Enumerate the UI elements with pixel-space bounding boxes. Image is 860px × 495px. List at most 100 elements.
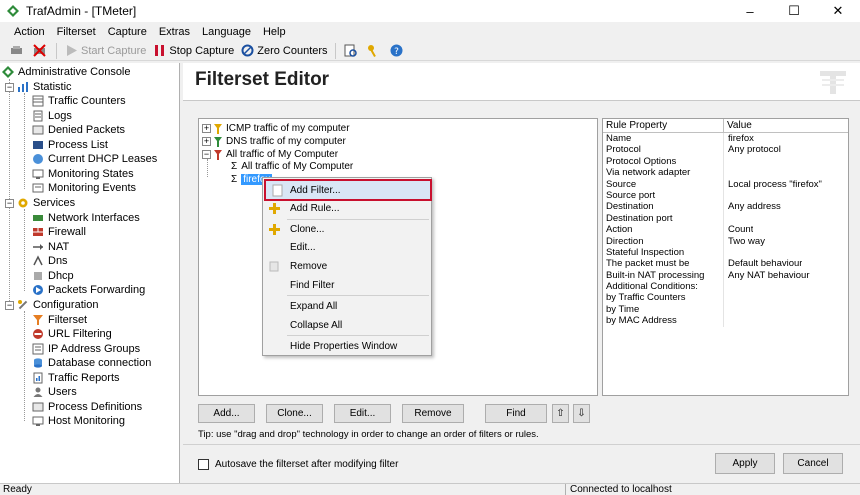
property-row[interactable]: Source port (603, 189, 848, 202)
database-icon (34, 358, 42, 368)
autosave-option[interactable]: Autosave the filterset after modifying f… (198, 459, 398, 470)
menu-help[interactable]: Help (257, 26, 292, 38)
firewall-icon (33, 228, 43, 236)
move-up-button[interactable]: ⇧ (552, 404, 569, 423)
add-button[interactable]: Add... (198, 404, 255, 423)
status-bar: Ready Connected to localhost (0, 483, 860, 495)
tree-item-dns[interactable]: Dns (32, 254, 68, 268)
configuration-expander[interactable]: − (5, 301, 14, 310)
header-value: Value (727, 120, 752, 131)
menu-extras[interactable]: Extras (153, 26, 196, 38)
rule-row-all-traffic[interactable]: Σ All traffic of My Computer (231, 160, 353, 173)
menu-item-remove[interactable]: Remove (263, 257, 431, 275)
property-row[interactable]: Stateful Inspection (603, 246, 848, 259)
property-row[interactable]: Destination Any address (603, 201, 848, 213)
help-button[interactable]: ? (386, 42, 409, 60)
tree-item-process-list[interactable]: Process List (32, 138, 108, 152)
menu-item-add-filter[interactable]: Add Filter... (264, 179, 432, 201)
cancel-button[interactable]: Cancel (783, 453, 843, 474)
minimize-button[interactable]: – (728, 0, 772, 22)
menu-item-collapse-all[interactable]: Collapse All (263, 316, 431, 334)
property-row[interactable]: Destination port (603, 212, 848, 225)
tree-item-label: Dhcp (48, 269, 74, 282)
menu-item-add-rule[interactable]: Add Rule... (263, 199, 431, 217)
stop-capture-button[interactable]: Stop Capture (149, 42, 237, 60)
menu-item-edit[interactable]: Edit... (263, 238, 431, 256)
tip-text: Tip: use "drag and drop" technology in o… (198, 429, 539, 440)
clone-button[interactable]: Clone... (266, 404, 323, 423)
property-row[interactable]: Source Local process "firefox" (603, 178, 848, 190)
tree-item-database-connection[interactable]: Database connection (32, 356, 151, 370)
report-button[interactable] (340, 42, 363, 60)
property-row[interactable]: by MAC Address (603, 315, 848, 327)
tree-item-ip-groups[interactable]: IP Address Groups (32, 342, 140, 356)
keys-button[interactable] (363, 42, 386, 60)
menu-item-expand-all[interactable]: Expand All (263, 297, 431, 315)
menu-action[interactable]: Action (8, 26, 51, 38)
apply-button[interactable]: Apply (715, 453, 775, 474)
tree-item-dhcp-leases[interactable]: Current DHCP Leases (32, 152, 157, 166)
tree-item-host-monitoring[interactable]: Host Monitoring (32, 414, 125, 428)
tree-item-statistic[interactable]: Statistic (17, 80, 72, 94)
menu-item-clone[interactable]: Clone... (263, 220, 431, 238)
find-button[interactable]: Find (485, 404, 547, 423)
tree-root[interactable]: Administrative Console (2, 65, 131, 79)
tree-item-network-interfaces[interactable]: Network Interfaces (32, 211, 140, 225)
tree-item-dhcp[interactable]: Dhcp (32, 269, 74, 283)
property-row[interactable]: The packet must be Default behaviour (603, 258, 848, 270)
tree-item-monitoring-events[interactable]: Monitoring Events (32, 181, 136, 195)
stop-capture-label: Stop Capture (169, 44, 235, 57)
start-capture-button[interactable]: Start Capture (61, 42, 149, 60)
menu-item-hide-properties[interactable]: Hide Properties Window (263, 337, 431, 355)
maximize-button[interactable]: ☐ (772, 0, 816, 22)
filter-expander[interactable]: + (202, 124, 211, 133)
tree-item-traffic-counters[interactable]: Traffic Counters (32, 94, 126, 108)
filter-expander[interactable]: − (202, 150, 211, 159)
tree-item-nat[interactable]: NAT (32, 240, 69, 254)
tree-item-packets-forwarding[interactable]: Packets Forwarding (32, 283, 145, 297)
filter-icon (33, 314, 43, 325)
tree-item-firewall[interactable]: Firewall (32, 225, 86, 239)
statistic-expander[interactable]: − (5, 83, 14, 92)
tree-item-traffic-reports[interactable]: Traffic Reports (32, 371, 120, 385)
tree-item-logs[interactable]: Logs (32, 109, 72, 123)
property-row[interactable]: Name firefox (603, 133, 848, 145)
tree-item-services[interactable]: Services (17, 196, 75, 210)
move-down-button[interactable]: ⇩ (573, 404, 590, 423)
autosave-checkbox[interactable] (198, 459, 209, 470)
property-value: Default behaviour (728, 258, 803, 270)
property-row[interactable]: by Time (603, 303, 848, 316)
property-row[interactable]: Action Count (603, 224, 848, 236)
menu-language[interactable]: Language (196, 26, 257, 38)
property-row[interactable]: Protocol Any protocol (603, 144, 848, 156)
tree-item-label: IP Address Groups (48, 342, 141, 355)
remove-button[interactable]: Remove (402, 404, 464, 423)
filter-row-dns[interactable]: + DNS traffic of my computer (202, 135, 346, 148)
property-row[interactable]: Built-in NAT processing Any NAT behaviour (603, 269, 848, 282)
tree-item-filterset[interactable]: Filterset (32, 313, 87, 327)
tree-item-process-definitions[interactable]: Process Definitions (32, 400, 142, 414)
close-button[interactable]: ✕ (816, 0, 860, 22)
filter-expander[interactable]: + (202, 137, 211, 146)
property-row[interactable]: Protocol Options (603, 155, 848, 168)
tree-item-configuration[interactable]: Configuration (17, 298, 98, 312)
property-row[interactable]: Via network adapter (603, 167, 848, 179)
services-expander[interactable]: − (5, 199, 14, 208)
tree-item-monitoring-states[interactable]: Monitoring States (32, 167, 134, 181)
menu-item-find-filter[interactable]: Find Filter (263, 276, 431, 294)
edit-button[interactable]: Edit... (334, 404, 391, 423)
property-row[interactable]: Direction Two way (603, 235, 848, 247)
tree-item-denied-packets[interactable]: Denied Packets (32, 123, 125, 137)
menu-filterset[interactable]: Filterset (51, 26, 102, 38)
zero-counters-button[interactable]: Zero Counters (237, 42, 330, 60)
tree-item-url-filtering[interactable]: URL Filtering (32, 327, 112, 341)
tree-item-label: Services (33, 197, 76, 209)
tree-item-users[interactable]: Users (32, 385, 77, 399)
filter-row-icmp[interactable]: + ICMP traffic of my computer (202, 122, 350, 135)
connect-button[interactable] (6, 42, 29, 60)
url-block-icon (33, 329, 43, 339)
menu-capture[interactable]: Capture (102, 26, 153, 38)
property-row[interactable]: Additional Conditions: (603, 281, 848, 293)
property-row[interactable]: by Traffic Counters (603, 292, 848, 304)
disconnect-button[interactable] (29, 42, 52, 60)
